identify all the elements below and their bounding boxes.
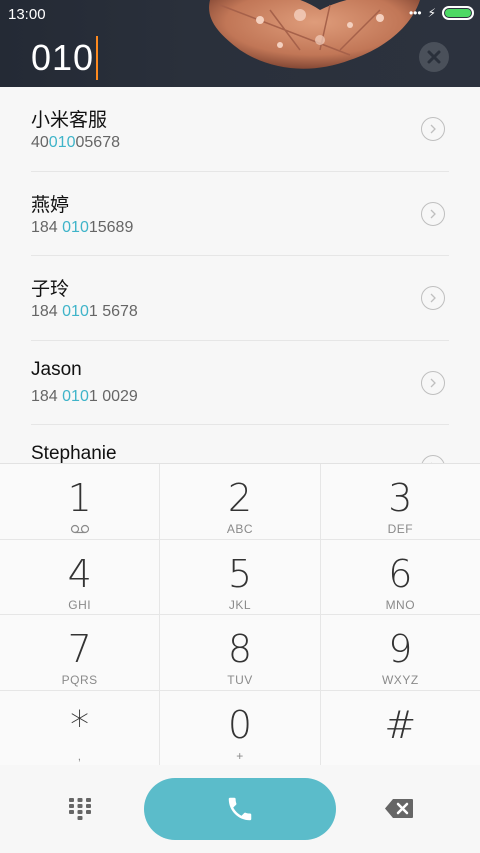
key-letters: JKL xyxy=(228,597,252,612)
key-9[interactable]: 9 WXYZ xyxy=(321,615,480,690)
keypad-row: 7 PQRS 8 TUV 9 WXYZ xyxy=(0,615,480,691)
key-digit: 0 xyxy=(227,702,253,747)
key-5[interactable]: 5 JKL xyxy=(160,539,321,614)
dots-signal-icon: ••• xyxy=(408,6,422,20)
contact-row[interactable]: 子玲 184 0101 5678 xyxy=(31,256,449,341)
contact-row[interactable]: Jason 184 0101 0029 xyxy=(31,341,449,425)
keypad-row: 1 2 ABC 3 DEF xyxy=(0,464,480,540)
contact-name: 子玲 xyxy=(31,279,70,300)
status-icons: ••• ⚡ xyxy=(409,6,474,20)
key-digit: 4 xyxy=(67,551,92,596)
chevron-right-icon xyxy=(430,293,436,303)
contact-name: Stephanie xyxy=(31,443,117,463)
contact-row[interactable]: Stephanie xyxy=(31,425,449,463)
contact-number: 184 01015689 xyxy=(31,218,134,236)
backspace-icon[interactable] xyxy=(384,798,414,819)
key-digit: 2 xyxy=(227,476,253,520)
contact-detail-button[interactable] xyxy=(421,455,445,463)
keypad-row: * , 0 + # xyxy=(0,690,480,767)
chevron-right-icon xyxy=(430,378,436,387)
contact-number: 184 0101 5678 xyxy=(31,303,138,320)
key-digit: 1 xyxy=(67,476,92,520)
key-6[interactable]: 6 MNO xyxy=(321,540,480,615)
key-digit: 9 xyxy=(388,627,413,671)
key-digit: 7 xyxy=(67,627,92,671)
key-digit: 5 xyxy=(227,551,253,596)
key-2[interactable]: 2 ABC xyxy=(160,464,321,539)
key-letters: WXYZ xyxy=(381,673,419,687)
contact-matches-list: 小米客服 4001005678 燕婷 184 01015689 子玲 184 0… xyxy=(0,87,480,463)
battery-icon xyxy=(442,6,474,20)
text-cursor xyxy=(96,36,99,80)
dial-keypad: 1 2 ABC 3 DEF 4 GHI 5 JKL 6 MNO 7 PQRS 8… xyxy=(0,463,480,767)
clear-input-button[interactable] xyxy=(419,42,449,72)
bolt-icon: ⚡ xyxy=(427,6,436,20)
chevron-right-icon xyxy=(430,124,436,134)
key-digit: # xyxy=(384,702,417,747)
contact-detail-button[interactable] xyxy=(421,286,445,310)
key-letters: GHI xyxy=(68,597,92,612)
key-star[interactable]: * , xyxy=(0,690,161,766)
key-letters: PQRS xyxy=(61,673,98,687)
key-digit: * xyxy=(70,702,90,747)
contact-row[interactable]: 小米客服 4001005678 xyxy=(31,87,449,172)
contact-number: 184 0101 0029 xyxy=(31,387,138,405)
key-digit: 6 xyxy=(388,551,413,596)
key-3[interactable]: 3 DEF xyxy=(321,464,480,539)
key-digit: 8 xyxy=(227,627,253,671)
contact-detail-button[interactable] xyxy=(421,117,445,141)
contact-detail-button[interactable] xyxy=(421,370,445,395)
key-digit: 3 xyxy=(388,476,413,520)
voicemail-icon xyxy=(70,524,89,534)
key-letters: , xyxy=(77,748,82,763)
key-letters: MNO xyxy=(385,597,416,612)
key-letters: + xyxy=(236,748,244,763)
close-icon xyxy=(427,50,441,64)
contact-detail-button[interactable] xyxy=(421,201,445,226)
leaf-wallpaper-image xyxy=(209,0,420,69)
key-1[interactable]: 1 xyxy=(0,464,161,539)
contact-name: Jason xyxy=(31,358,82,380)
phone-icon xyxy=(228,797,252,821)
key-hash[interactable]: # xyxy=(321,691,480,767)
dial-number-input[interactable]: 010 xyxy=(31,36,99,80)
keypad-row: 4 GHI 5 JKL 6 MNO xyxy=(0,539,480,615)
key-8[interactable]: 8 TUV xyxy=(160,615,321,690)
dialer-header: 13:00 ••• ⚡ 010 xyxy=(0,0,480,87)
chevron-right-icon xyxy=(430,209,436,218)
contact-name: 燕婷 xyxy=(31,194,70,216)
call-button[interactable] xyxy=(144,778,336,840)
dial-number-value: 010 xyxy=(31,37,95,78)
key-letters: ABC xyxy=(226,522,254,536)
key-letters: TUV xyxy=(227,673,253,687)
contact-number: 4001005678 xyxy=(31,134,120,151)
contact-name: 小米客服 xyxy=(31,110,108,131)
key-7[interactable]: 7 PQRS xyxy=(0,615,161,690)
status-time: 13:00 xyxy=(8,6,46,23)
contact-row[interactable]: 燕婷 184 01015689 xyxy=(31,172,449,256)
key-letters: DEF xyxy=(387,522,414,536)
keypad-grid-icon[interactable] xyxy=(68,796,92,820)
dialer-bottom-bar xyxy=(0,765,480,853)
key-4[interactable]: 4 GHI xyxy=(0,539,161,614)
key-0[interactable]: 0 + xyxy=(160,690,321,766)
